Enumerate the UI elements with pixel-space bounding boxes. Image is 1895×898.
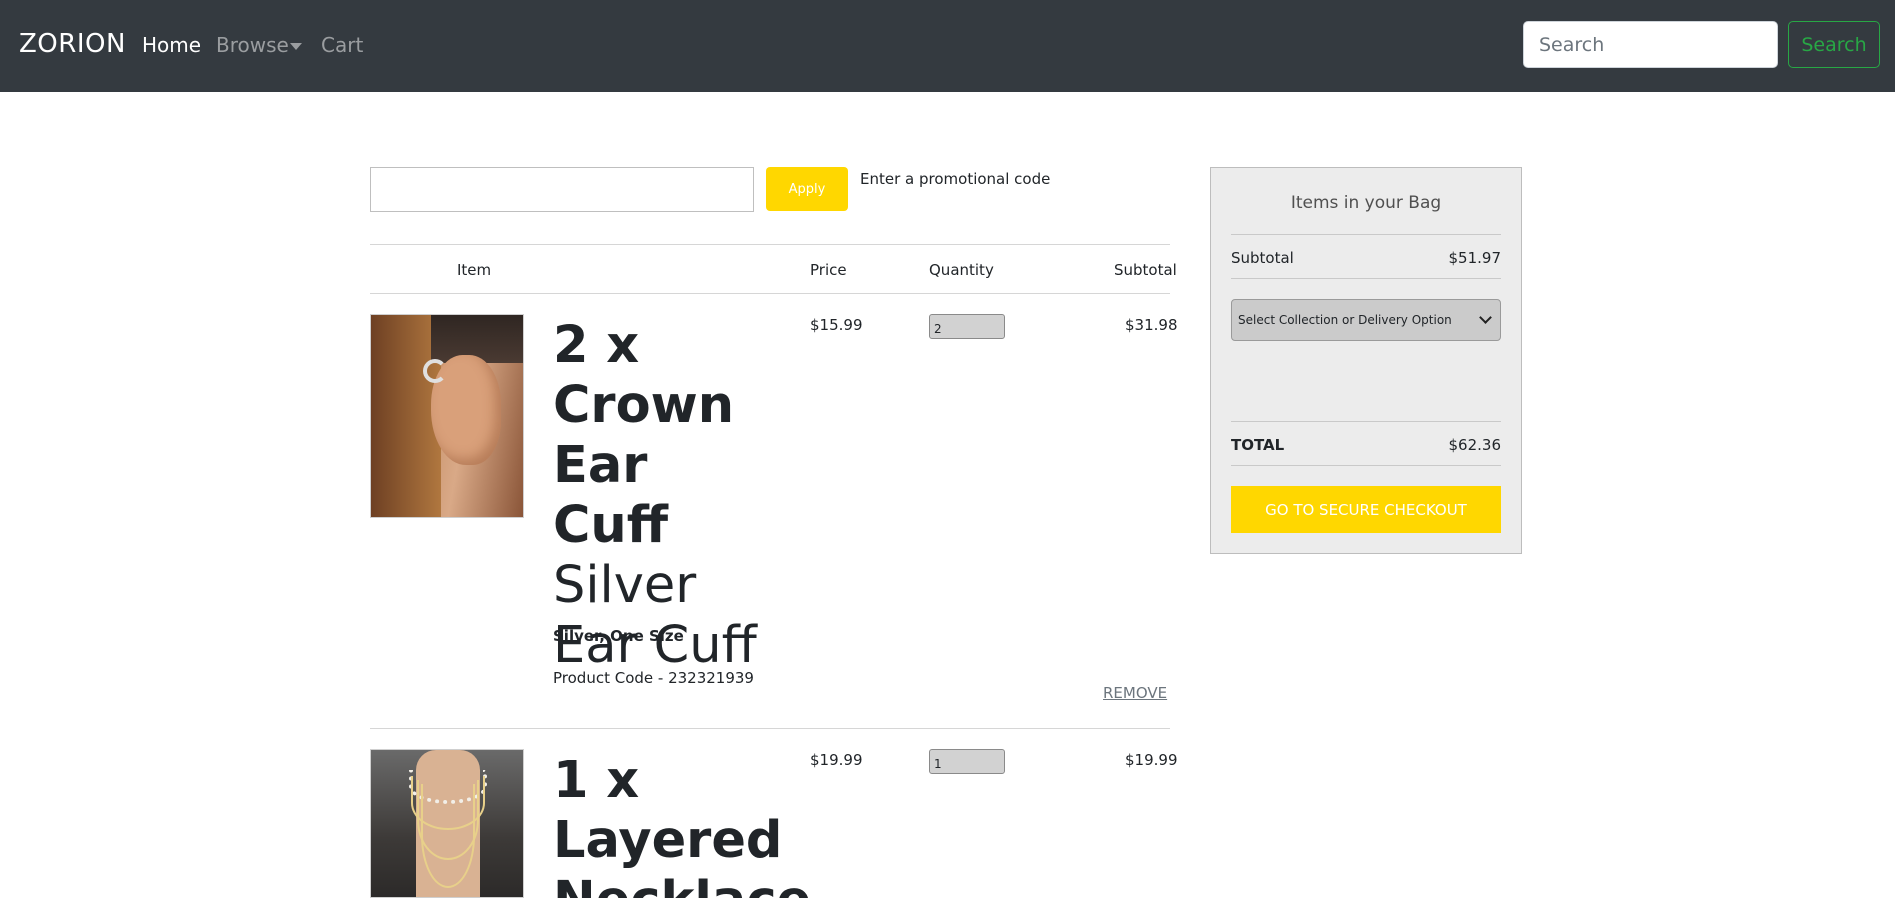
- subtotal-value: $51.97: [1448, 249, 1502, 267]
- chevron-down-icon: [1479, 311, 1492, 324]
- secure-checkout-button[interactable]: GO TO SECURE CHECKOUT: [1231, 486, 1501, 533]
- nav-browse-dropdown[interactable]: Browse: [216, 33, 289, 57]
- qty-prefix: 1 x: [553, 751, 640, 810]
- subtotal-label: Subtotal: [1231, 249, 1294, 267]
- total-label: TOTAL: [1231, 436, 1285, 454]
- order-summary-panel: Items in your Bag Subtotal $51.97 Select…: [1210, 167, 1522, 554]
- divider: [370, 728, 1170, 729]
- total-value: $62.36: [1448, 436, 1502, 454]
- product-title[interactable]: 2 x Crown Ear Cuff Silver Ear Cuff: [553, 316, 773, 676]
- product-subname: Silver Ear Cuff: [553, 556, 757, 675]
- row-price: $15.99: [810, 316, 863, 334]
- navbar: ZORION Home Browse Cart Search: [0, 0, 1895, 92]
- delivery-option-select[interactable]: Select Collection or Delivery Option: [1231, 299, 1501, 341]
- qty-prefix: 2 x: [553, 316, 640, 375]
- search-button[interactable]: Search: [1788, 21, 1880, 68]
- layered-necklace-photo[interactable]: [370, 749, 524, 898]
- divider: [1231, 465, 1501, 466]
- delivery-option-selected: Select Collection or Delivery Option: [1238, 313, 1452, 327]
- divider: [1231, 421, 1501, 422]
- caret-down-icon[interactable]: [290, 43, 302, 50]
- promo-hint: Enter a promotional code: [860, 170, 1051, 188]
- nav-cart-link[interactable]: Cart: [321, 33, 363, 57]
- search-input[interactable]: [1523, 21, 1778, 68]
- product-name: Crown Ear Cuff: [553, 376, 735, 555]
- quantity-input[interactable]: [929, 314, 1005, 339]
- nav-home-link[interactable]: Home: [142, 33, 201, 57]
- divider: [370, 293, 1170, 294]
- header-price: Price: [810, 261, 847, 279]
- remove-link[interactable]: REMOVE: [1103, 684, 1167, 702]
- row-price: $19.99: [810, 751, 863, 769]
- product-variant: Silver, One Size: [553, 627, 684, 645]
- divider: [370, 244, 1170, 245]
- divider: [1231, 234, 1501, 235]
- quantity-input[interactable]: [929, 749, 1005, 774]
- apply-promo-button[interactable]: Apply: [766, 167, 848, 211]
- divider: [1231, 278, 1501, 279]
- header-subtotal: Subtotal: [1114, 261, 1177, 279]
- row-subtotal: $19.99: [1125, 751, 1178, 769]
- promo-code-input[interactable]: [370, 167, 754, 212]
- ear-cuff-photo[interactable]: [370, 314, 524, 518]
- row-subtotal: $31.98: [1125, 316, 1178, 334]
- brand-logo[interactable]: ZORION: [19, 29, 126, 59]
- summary-title: Items in your Bag: [1290, 193, 1442, 213]
- product-title[interactable]: 1 x Layered Necklace: [553, 751, 811, 898]
- product-code: Product Code - 232321939: [553, 669, 754, 687]
- header-item: Item: [457, 261, 492, 279]
- product-name: Layered Necklace: [553, 811, 811, 898]
- header-quantity: Quantity: [929, 261, 994, 279]
